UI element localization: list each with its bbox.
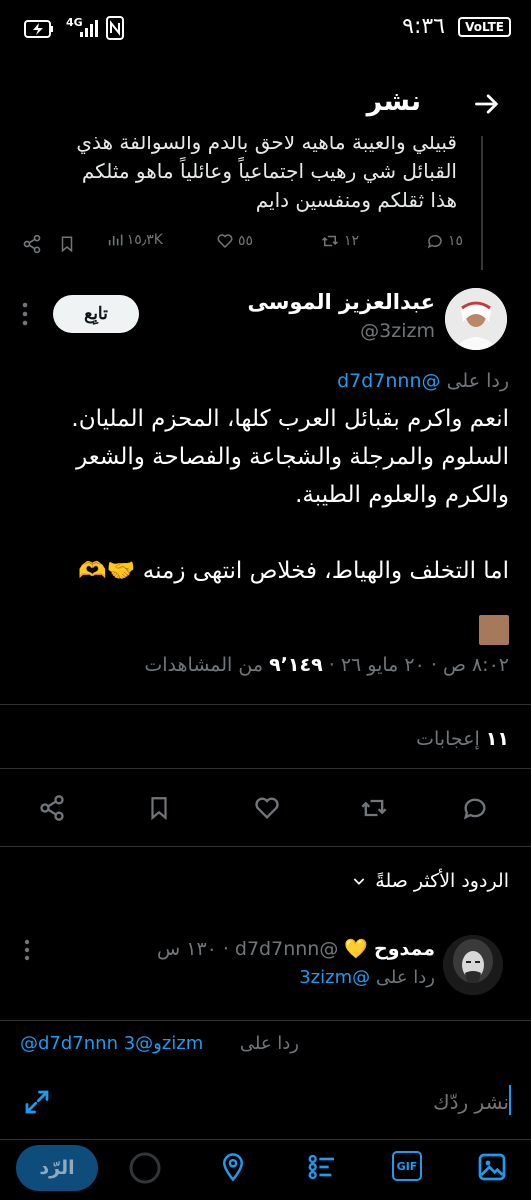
tweet-actions (0, 790, 531, 834)
share-icon[interactable] (22, 234, 42, 254)
status-bar: 4G VoLTE ٩:٣٦ (0, 0, 531, 60)
reply-input[interactable] (69, 1085, 509, 1119)
arrow-right-icon[interactable] (473, 90, 501, 118)
avatar-image (443, 935, 503, 995)
thread-line (481, 136, 483, 270)
retweet-icon (321, 235, 338, 247)
tweet-meta: ٨:٠٢ ص · ٢٠ مايو ٢٦ · ٩٬١٤٩ من المشاهدات (144, 654, 509, 676)
gif-label: GIF (396, 1159, 418, 1173)
author-name[interactable]: عبدالعزيز الموسى (247, 290, 435, 314)
parent-like-button[interactable]: ٥٥ (216, 232, 253, 250)
divider (0, 846, 531, 847)
avatar[interactable] (445, 288, 507, 350)
divider (0, 768, 531, 769)
reply-icon (427, 234, 442, 249)
gif-icon[interactable]: GIF (392, 1151, 422, 1181)
reply-handle-link[interactable]: @3zizm (299, 967, 370, 988)
parent-tweet-line: القبائل شي رهيب اجتماعياً وعائلياً ماهو … (81, 159, 457, 183)
replies-sort-dropdown[interactable]: الردود الأكثر صلةً (351, 870, 509, 892)
parent-retweet-count: ١٢ (343, 233, 359, 249)
heart-icon (217, 234, 233, 249)
character-counter-icon (129, 1152, 161, 1184)
more-options-icon[interactable] (24, 939, 30, 961)
tweet-text: انعم واكرم بقبائل العرب كلها، المحزم الم… (19, 400, 509, 590)
location-icon[interactable] (218, 1151, 248, 1183)
text-cursor (509, 1085, 511, 1115)
parent-reply-count: ١٥ (447, 233, 463, 249)
reply-header: ممدوح 💛 @d7d7nnn · ١٣٠ س (157, 937, 435, 961)
replying-to: ردا على @d7d7nnn (337, 370, 509, 392)
nfc-icon (106, 16, 124, 40)
toolbar-divider (0, 1139, 531, 1140)
page-title: نشر (366, 86, 421, 117)
parent-views-count: ١٥٫٣K (126, 232, 163, 248)
reply-icon[interactable] (461, 794, 489, 822)
battery-icon (24, 20, 53, 38)
reply-author-emoji: 💛 (344, 938, 369, 960)
avatar[interactable] (443, 935, 503, 995)
reply-composer: ردا على @d7d7nnn و@3zizm الرّد GIF (0, 1020, 531, 1200)
composer-replying-handles[interactable]: @d7d7nnn و@3zizm (20, 1033, 203, 1054)
tweet-time: ٨:٠٢ ص (442, 654, 509, 676)
reply-author-name[interactable]: ممدوح (374, 938, 435, 960)
parent-like-count: ٥٥ (237, 233, 253, 249)
reply-replying-to: ردا على @3zizm (299, 967, 435, 988)
likes-summary[interactable]: ١١ إعجابات (416, 728, 509, 750)
views-icon (108, 234, 123, 246)
reply-item[interactable]: ممدوح 💛 @d7d7nnn · ١٣٠ س ردا على @3zizm (0, 925, 531, 1025)
media-thumbnail[interactable] (479, 615, 509, 645)
follow-button[interactable]: تابِع (53, 295, 139, 333)
chevron-down-icon (354, 878, 365, 885)
tweet-paragraph: اما التخلف والهياط، فخلاص انتهى زمنه 🤝🫶 (78, 558, 509, 584)
bookmark-icon[interactable] (146, 794, 172, 822)
parent-retweet-button[interactable]: ١٢ (320, 232, 359, 250)
reply-age: ١٣٠ س (157, 937, 217, 960)
parent-reply-button[interactable]: ١٥ (426, 232, 463, 250)
tweet-paragraph: انعم واكرم بقبائل العرب كلها، المحزم الم… (71, 406, 509, 508)
tweet-author: عبدالعزيز الموسى @3zizm تابِع (0, 284, 531, 354)
reply-handle-link[interactable]: @d7d7nnn (337, 370, 440, 392)
reply-prefix: ردا على (446, 370, 509, 392)
share-icon[interactable] (38, 794, 66, 822)
more-options-icon[interactable] (22, 302, 28, 326)
sort-label: الردود الأكثر صلةً (375, 870, 509, 892)
expand-icon[interactable] (22, 1087, 52, 1117)
divider (0, 704, 531, 705)
heart-icon[interactable] (253, 794, 281, 822)
parent-tweet-line: هذا ثقلكم ومنفسين دايم (255, 188, 457, 212)
views-label: من المشاهدات (144, 654, 264, 676)
composer-replying-prefix: ردا على (239, 1033, 299, 1054)
author-handle[interactable]: @3zizm (360, 320, 435, 342)
parent-tweet-line: قبيلي والعيبة ماهيه لاحق بالدم والسوالفة… (76, 136, 457, 154)
reply-author-handle[interactable]: @d7d7nnn (235, 938, 338, 960)
retweet-icon[interactable] (359, 794, 389, 822)
parent-tweet-text: قبيلي والعيبة ماهيه لاحق بالدم والسوالفة… (17, 136, 457, 215)
signal-icon (80, 20, 98, 37)
clock: ٩:٣٦ (402, 14, 445, 39)
tweet-date: ٢٠ مايو ٢٦ (340, 654, 425, 676)
top-bar: نشر (0, 72, 531, 136)
image-icon[interactable] (476, 1151, 508, 1183)
likes-label: إعجابات (416, 728, 480, 750)
parent-tweet-actions: ١٥ ١٢ ٥٥ ١٥٫٣K (22, 232, 463, 258)
views-count: ٩٬١٤٩ (269, 654, 323, 676)
volte-badge: VoLTE (458, 17, 511, 37)
parent-views-button[interactable]: ١٥٫٣K (107, 232, 163, 248)
bookmark-icon[interactable] (58, 234, 76, 254)
likes-count: ١١ (485, 728, 509, 750)
avatar-image (445, 288, 507, 350)
reply-prefix: ردا على (375, 967, 435, 988)
reply-submit-button[interactable]: الرّد (16, 1145, 98, 1191)
poll-icon[interactable] (306, 1151, 338, 1183)
